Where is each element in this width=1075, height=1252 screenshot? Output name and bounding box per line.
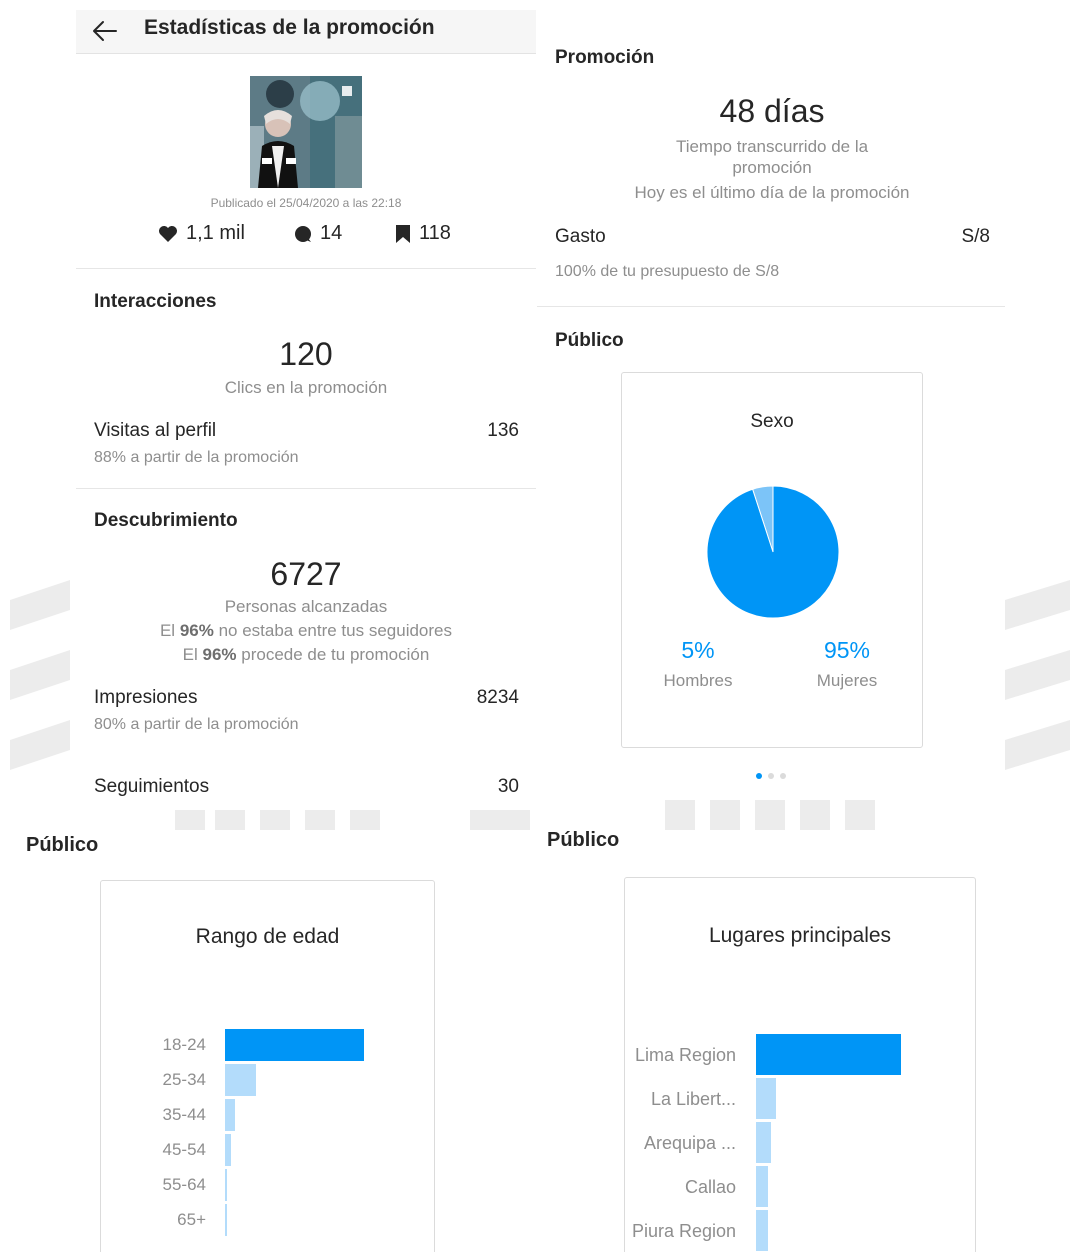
bar — [756, 1210, 768, 1251]
bar-label: Arequipa ... — [643, 1132, 736, 1153]
pie-slice-mujeres — [706, 485, 840, 619]
places-section-title: Público — [547, 829, 620, 851]
bar — [225, 1099, 235, 1131]
discovery-title: Descubrimiento — [94, 510, 238, 531]
published-date: Publicado el 25/04/2020 a las 22:18 — [210, 196, 402, 210]
bar-label: La Libert... — [650, 1088, 736, 1109]
profile-visits-value: 136 — [487, 420, 519, 441]
bar — [225, 1204, 227, 1236]
clicks-value: 120 — [279, 336, 333, 372]
heart-icon — [159, 225, 177, 242]
gender-title: Sexo — [750, 411, 794, 432]
age-section-title: Público — [26, 834, 99, 856]
men-label: Hombres — [663, 671, 733, 690]
gender-card[interactable]: Sexo 5% 95% Hombres Mujeres — [621, 372, 923, 748]
bar — [756, 1078, 777, 1119]
bar — [225, 1029, 364, 1061]
reach-value: 6727 — [270, 556, 342, 592]
not-followers-line: El 96% no estaba entre tus seguidores — [159, 621, 453, 640]
promotion-stats-panel: Estadísticas de la promoción Publicado e… — [76, 0, 536, 810]
watermark-bar — [710, 800, 740, 830]
watermark-bar — [755, 800, 785, 830]
divider — [76, 488, 536, 489]
gender-pie-chart — [706, 485, 840, 619]
promotion-title: Promoción — [555, 47, 655, 68]
spend-value: S/8 — [961, 226, 990, 247]
impressions-value: 8234 — [476, 687, 519, 708]
comments-metric: 14 — [294, 222, 342, 245]
last-day-note: Hoy es el último día de la promoción — [634, 183, 910, 202]
bar — [756, 1034, 901, 1075]
comment-icon — [295, 225, 311, 242]
bookmark-icon — [396, 224, 410, 243]
bar — [756, 1122, 771, 1163]
bar — [225, 1064, 256, 1096]
carousel-dot-active[interactable] — [756, 773, 762, 779]
likes-metric: 1,1 mil — [158, 222, 245, 245]
spend-sub: 100% de tu presupuesto de S/8 — [555, 263, 780, 280]
reach-label: Personas alcanzadas — [224, 597, 388, 616]
interactions-title: Interacciones — [94, 291, 217, 312]
spend-label: Gasto — [555, 226, 606, 247]
bar — [756, 1166, 768, 1207]
bar-label: 18-24 — [162, 1035, 206, 1054]
women-percent: 95% — [823, 637, 871, 663]
app-header: Estadísticas de la promoción — [76, 10, 536, 54]
from-promo-line: El 96% procede de tu promoción — [182, 645, 430, 664]
post-thumbnail[interactable] — [250, 76, 362, 188]
age-card-title: Rango de edad — [195, 925, 340, 948]
divider — [76, 268, 536, 269]
elapsed-label: Tiempo transcurrido de la promoción — [675, 137, 869, 177]
bar-label: Callao — [684, 1176, 736, 1197]
men-percent: 5% — [681, 637, 715, 663]
bar-label: Lima Region — [634, 1044, 736, 1065]
watermark-letters — [1005, 580, 1070, 770]
bar — [225, 1169, 227, 1201]
bar-label: 45-54 — [162, 1140, 206, 1159]
bar-label: 25-34 — [162, 1070, 206, 1089]
saves-metric: 118 — [395, 222, 451, 245]
watermark-letters — [10, 580, 70, 770]
age-card[interactable]: Rango de edad 18-24 25-34 35-44 45-54 55-64 6… — [100, 880, 435, 1252]
places-card[interactable]: Lugares principales Lima Region La Libert… — [624, 877, 976, 1252]
days-value: 48 días — [719, 93, 825, 129]
page-title: Estadísticas de la promoción — [144, 16, 435, 39]
carousel-dot[interactable] — [780, 773, 786, 779]
comments-count: 14 — [320, 222, 343, 244]
divider — [537, 306, 1005, 307]
places-card-title: Lugares principales — [708, 924, 892, 947]
follows-value: 30 — [497, 776, 519, 797]
audience-title: Público — [555, 330, 624, 351]
impressions-sub: 80% a partir de la promoción — [94, 716, 299, 733]
saves-count: 118 — [419, 222, 451, 244]
watermark-bar — [845, 800, 875, 830]
promotion-audience-panel: Promoción 48 días Tiempo transcurrido de… — [537, 30, 1005, 800]
follows-label: Seguimientos — [94, 776, 210, 797]
bar — [225, 1134, 231, 1166]
back-arrow-icon[interactable] — [90, 16, 120, 46]
bar-label: 55-64 — [162, 1175, 206, 1194]
profile-visits-sub: 88% a partir de la promoción — [94, 449, 299, 466]
women-label: Mujeres — [816, 671, 878, 690]
likes-count: 1,1 mil — [186, 222, 245, 244]
carousel-dot[interactable] — [768, 773, 774, 779]
bar-label: Piura Region — [631, 1220, 736, 1241]
bar-label: 65+ — [177, 1210, 206, 1229]
watermark-bar — [665, 800, 695, 830]
bar-label: 35-44 — [162, 1105, 206, 1124]
clicks-label: Clics en la promoción — [224, 378, 388, 397]
profile-visits-label: Visitas al perfil — [94, 420, 217, 441]
watermark-bar — [800, 800, 830, 830]
impressions-label: Impresiones — [94, 687, 198, 708]
